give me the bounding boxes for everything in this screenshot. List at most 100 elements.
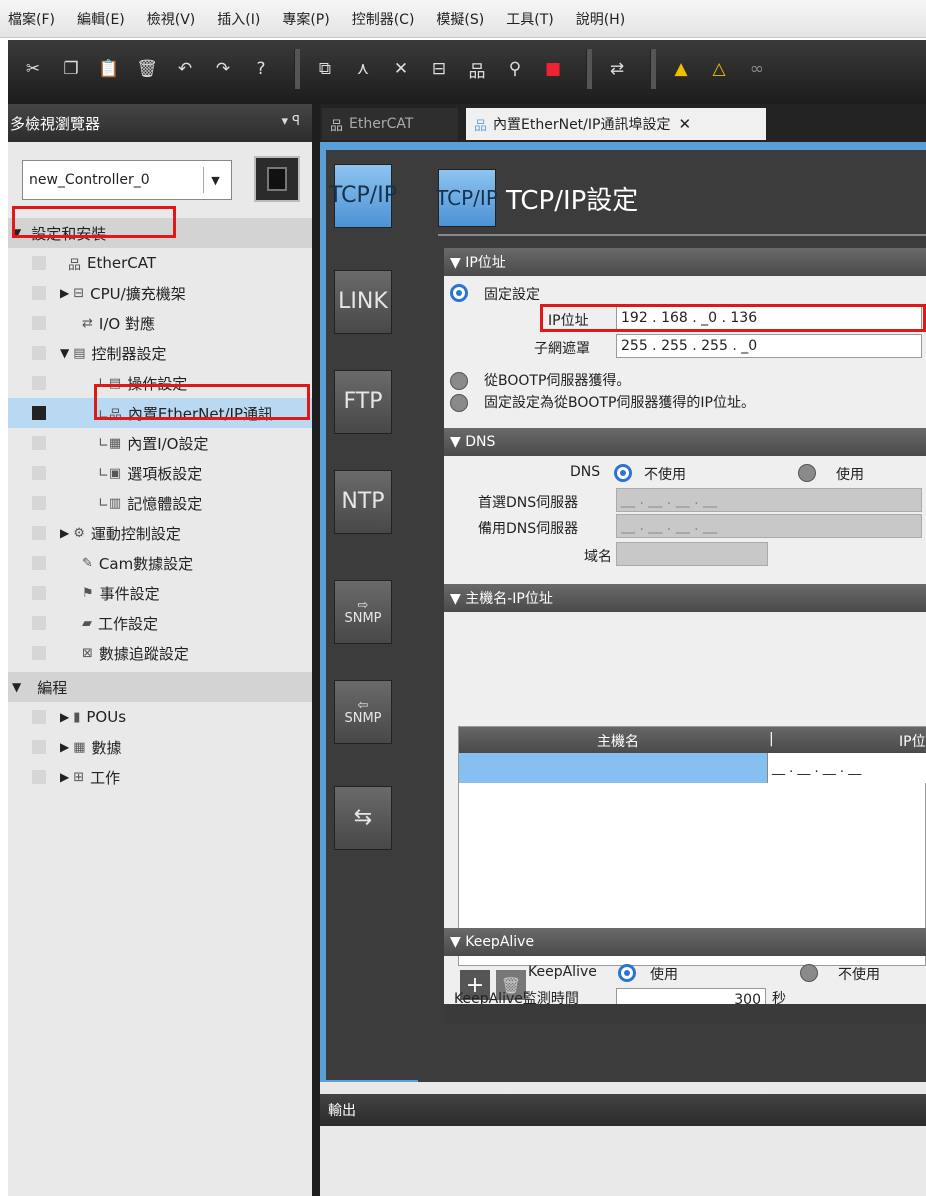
warning-icon[interactable]: ▲ — [666, 54, 696, 84]
primary-dns-field[interactable]: __ . __ . __ . __ — [616, 488, 922, 512]
tree-item-motion[interactable]: ▶ ⚙ 運動控制設定 — [8, 518, 312, 548]
link-button[interactable]: LINK — [334, 270, 392, 334]
tree-item-ethernetip[interactable]: ∟品 內置EtherNet/IP通訊 — [8, 398, 312, 428]
bootp-radio[interactable] — [450, 372, 468, 390]
domain-label: 域名 — [584, 549, 612, 565]
menu-edit[interactable]: 編輯(E) — [77, 9, 125, 29]
expand-triangle-icon[interactable]: ▶ — [60, 740, 69, 754]
menu-file[interactable]: 檔案(F) — [8, 9, 55, 29]
menu-project[interactable]: 專案(P) — [282, 9, 329, 29]
dns-label: DNS — [570, 464, 601, 480]
tree-item-data[interactable]: ▶ ▦ 數據 — [8, 732, 312, 762]
tree-item-io-map[interactable]: ⇄ I/O 對應 — [8, 308, 312, 338]
tree-item-event[interactable]: ⚑ 事件設定 — [8, 578, 312, 608]
io-map-icon: ⇄ — [82, 315, 93, 331]
tab-ethercat[interactable]: 品 EtherCAT — [322, 108, 458, 140]
tools-icon[interactable]: ✕ — [386, 54, 416, 84]
primary-dns-label: 首選DNS伺服器 — [478, 495, 579, 511]
tcpip-button[interactable]: TCP/IP — [329, 164, 397, 228]
keepalive-section-header[interactable]: ▼ KeepAlive — [444, 928, 926, 956]
expand-triangle-icon[interactable]: ▶ — [60, 526, 69, 540]
build-icon[interactable]: ⋏ — [348, 54, 378, 84]
window-icon[interactable]: ⧉ — [310, 54, 340, 84]
ethercat-icon: 品 — [68, 257, 82, 273]
expand-triangle-icon[interactable]: ▶ — [60, 770, 69, 784]
warning-off-icon[interactable]: △ — [704, 54, 734, 84]
dns-not-use-radio[interactable] — [614, 464, 632, 482]
ftp-button[interactable]: FTP — [334, 370, 392, 434]
controller-select[interactable]: new_Controller_0 ▼ — [22, 160, 232, 200]
tree-item-option-board[interactable]: ∟▣ 選項板設定 — [8, 458, 312, 488]
cut-icon[interactable]: ✂ — [18, 54, 48, 84]
tree-item-memory[interactable]: ∟▥ 記憶體設定 — [8, 488, 312, 518]
tree-item-cam[interactable]: ✎ Cam數據設定 — [8, 548, 312, 578]
table-row[interactable]: __ . __ . __ . __ — [459, 753, 926, 783]
expand-triangle-icon[interactable]: ▼ — [60, 346, 69, 360]
tree-item-pous[interactable]: ▶ ▮ POUs — [8, 702, 312, 732]
horizontal-scrollbar[interactable] — [444, 1004, 926, 1024]
expand-triangle-icon[interactable]: ▶ — [60, 286, 69, 300]
bootp-fixed-radio[interactable] — [450, 394, 468, 412]
expand-triangle-icon[interactable]: ▼ — [12, 226, 21, 240]
delete-icon[interactable]: 🗑 — [132, 54, 162, 84]
host-ip-cell[interactable]: __ . __ . __ . __ — [767, 753, 926, 783]
tab-bar: 品 EtherCAT 品 內置EtherNet/IP通訊埠設定 ✕ — [320, 104, 926, 142]
dns-section-header[interactable]: ▼ DNS — [444, 428, 926, 456]
tab-ethernetip-settings[interactable]: 品 內置EtherNet/IP通訊埠設定 ✕ — [466, 108, 766, 140]
subnet-mask-field[interactable]: 255 . 255 . 255 . _0 — [616, 334, 922, 358]
trace-icon: ⊠ — [82, 645, 93, 661]
tree-item-trace[interactable]: ⊠ 數據追蹤設定 — [8, 638, 312, 668]
paste-icon[interactable]: 📋 — [94, 54, 124, 84]
menu-help[interactable]: 說明(H) — [576, 9, 625, 29]
settings-icon: ▤ — [73, 345, 86, 361]
tree-section-programming[interactable]: ▼ 編程 — [8, 672, 312, 702]
menu-simulation[interactable]: 模擬(S) — [436, 9, 484, 29]
tree-item-ethercat[interactable]: 品 EtherCAT — [8, 248, 312, 278]
copy-icon[interactable]: ❐ — [56, 54, 86, 84]
snmp-button[interactable]: ⇨ SNMP — [334, 580, 392, 644]
domain-field[interactable] — [616, 542, 768, 566]
tree-item-builtin-io[interactable]: ∟▦ 內置I/O設定 — [8, 428, 312, 458]
fixed-ip-radio[interactable] — [450, 284, 468, 302]
dns-use-radio[interactable] — [798, 464, 816, 482]
keepalive-not-use-radio[interactable] — [800, 964, 818, 982]
tree-item-task[interactable]: ▰ 工作設定 — [8, 608, 312, 638]
menu-controller[interactable]: 控制器(C) — [352, 9, 415, 29]
expand-triangle-icon[interactable]: ▶ — [60, 710, 69, 724]
snmp-trap-button[interactable]: ⇦ SNMP — [334, 680, 392, 744]
tree-item-controller-settings[interactable]: ▼ ▤ 控制器設定 — [8, 338, 312, 368]
settings-panel: TCP/IP TCP/IP設定 ▼ IP位址 固定設定 IP位址 192 . 1… — [418, 150, 926, 1082]
binoculars-icon[interactable]: ⚲ — [500, 54, 530, 84]
keepalive-use-radio[interactable] — [618, 964, 636, 982]
menu-view[interactable]: 檢視(V) — [147, 9, 196, 29]
pin-icon[interactable]: ▾ ꟼ — [282, 114, 301, 129]
tree-item-cpu-rack[interactable]: ▶ ⊟ CPU/擴充機架 — [8, 278, 312, 308]
tree-item-operation[interactable]: ∟▤ 操作設定 — [8, 368, 312, 398]
close-icon[interactable]: ✕ — [678, 115, 691, 133]
transfer-icon[interactable]: ⇄ — [602, 54, 632, 84]
tree-item-tasks[interactable]: ▶ ⊞ 工作 — [8, 762, 312, 792]
help-icon[interactable]: ? — [246, 54, 276, 84]
secondary-dns-label: 備用DNS伺服器 — [478, 521, 579, 537]
editor-area: 品 EtherCAT 品 內置EtherNet/IP通訊埠設定 ✕ TCP/IP… — [320, 104, 926, 1196]
menu-tools[interactable]: 工具(T) — [506, 9, 553, 29]
task-icon: ▰ — [82, 615, 92, 631]
compare-icon[interactable]: ⊟ — [424, 54, 454, 84]
tree-section-config[interactable]: ▼ 設定和安裝 — [8, 218, 312, 248]
expand-triangle-icon[interactable]: ▼ — [12, 680, 21, 694]
chevron-down-icon[interactable]: ▼ — [203, 167, 227, 193]
undo-icon[interactable]: ↶ — [170, 54, 200, 84]
redo-icon[interactable]: ↷ — [208, 54, 238, 84]
ip-section-header[interactable]: ▼ IP位址 — [444, 248, 926, 276]
keepalive-monitor-field[interactable]: 300 — [616, 988, 766, 1004]
stop-icon[interactable]: ■ — [538, 54, 568, 84]
secondary-dns-field[interactable]: __ . __ . __ . __ — [616, 514, 922, 538]
host-section-header[interactable]: ▼ 主機名-IP位址 — [444, 584, 926, 612]
menu-insert[interactable]: 插入(I) — [217, 9, 260, 29]
flag-icon: ⚑ — [82, 585, 94, 601]
ntp-button[interactable]: NTP — [334, 470, 392, 534]
filter-button[interactable]: ⇆ — [334, 786, 392, 850]
link-icon[interactable]: ∞ — [742, 54, 772, 84]
network-icon[interactable]: 品 — [462, 54, 492, 84]
ip-address-field[interactable]: 192 . 168 . _0 . 136 — [616, 306, 922, 330]
